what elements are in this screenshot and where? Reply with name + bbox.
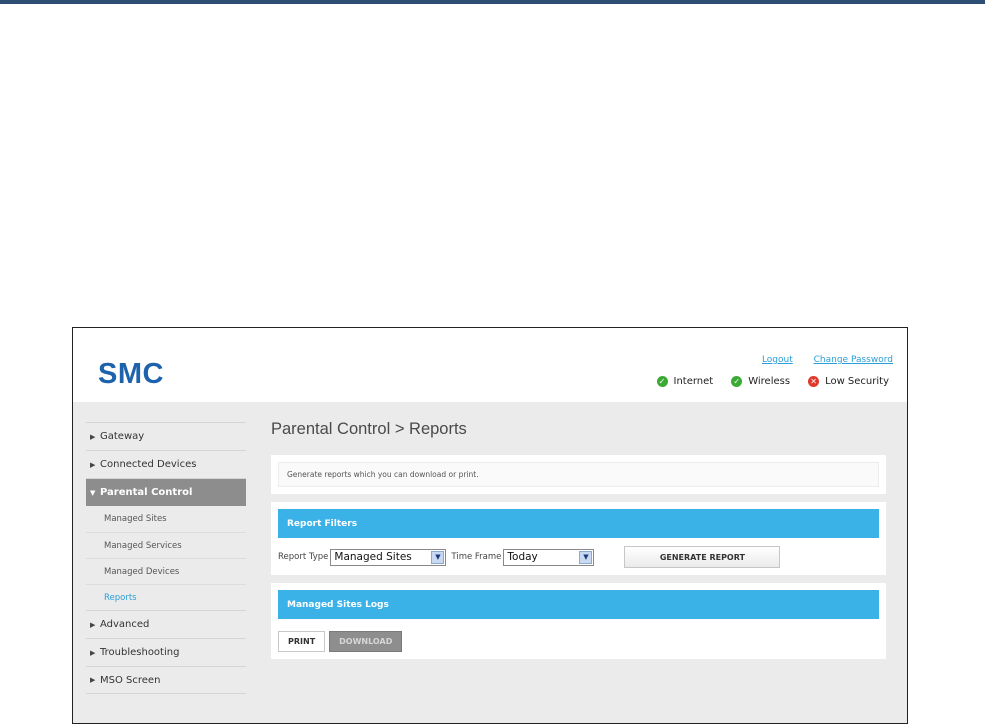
- chevron-down-icon: ▼: [431, 550, 445, 564]
- time-frame-value: Today: [507, 551, 538, 563]
- filters-row: Report Type Managed Sites ▼ Time Frame T…: [278, 546, 879, 568]
- status-bar: ✓ Internet ✓ Wireless ✕ Low Security: [656, 376, 889, 387]
- status-label: Internet: [673, 376, 714, 387]
- check-icon: ✓: [731, 376, 743, 387]
- status-internet: ✓ Internet: [656, 376, 714, 387]
- header: SMC Logout Change Password ✓ Internet ✓ …: [73, 328, 907, 402]
- report-filters-heading: Report Filters: [278, 509, 879, 538]
- router-ui-window: SMC Logout Change Password ✓ Internet ✓ …: [72, 327, 908, 724]
- report-filters-panel: Report Filters Report Type Managed Sites…: [271, 502, 886, 575]
- logs-actions: PRINT DOWNLOAD: [278, 631, 879, 652]
- sidebar-item-mso-screen[interactable]: ▶ MSO Screen: [86, 666, 246, 694]
- logout-link[interactable]: Logout: [762, 355, 793, 365]
- sidebar-item-label: Troubleshooting: [100, 647, 180, 658]
- sidebar-item-gateway[interactable]: ▶ Gateway: [86, 422, 246, 450]
- chevron-right-icon: ▶: [90, 648, 96, 657]
- status-wireless: ✓ Wireless: [731, 376, 790, 387]
- sidebar-subitem-managed-devices[interactable]: Managed Devices: [86, 558, 246, 584]
- change-password-link[interactable]: Change Password: [814, 355, 893, 365]
- report-type-label: Report Type: [278, 552, 329, 562]
- status-label: Low Security: [825, 376, 889, 387]
- sidebar-item-label: Connected Devices: [100, 459, 197, 470]
- sidebar-subitem-reports[interactable]: Reports: [86, 584, 246, 610]
- chevron-down-icon: ▼: [90, 488, 96, 497]
- download-button[interactable]: DOWNLOAD: [329, 631, 403, 652]
- sidebar-subitem-managed-sites[interactable]: Managed Sites: [86, 506, 246, 532]
- sidebar-item-advanced[interactable]: ▶ Advanced: [86, 610, 246, 638]
- check-icon: ✓: [656, 376, 668, 387]
- sidebar: ▶ Gateway ▶ Connected Devices ▼ Parental…: [86, 422, 246, 694]
- logs-heading: Managed Sites Logs: [278, 590, 879, 619]
- chevron-down-icon: ▼: [579, 550, 593, 564]
- status-security: ✕ Low Security: [808, 376, 889, 387]
- chevron-right-icon: ▶: [90, 460, 96, 469]
- report-type-value: Managed Sites: [334, 551, 412, 563]
- header-links: Logout Change Password: [744, 355, 893, 365]
- sidebar-item-label: MSO Screen: [100, 674, 161, 686]
- generate-report-button[interactable]: GENERATE REPORT: [624, 546, 781, 568]
- description-panel: Generate reports which you can download …: [271, 455, 886, 494]
- main-panel: Parental Control > Reports Generate repo…: [271, 420, 886, 667]
- report-type-select[interactable]: Managed Sites ▼: [330, 548, 447, 566]
- error-icon: ✕: [808, 376, 820, 387]
- page-description: Generate reports which you can download …: [278, 462, 879, 487]
- sidebar-subitem-managed-services[interactable]: Managed Services: [86, 532, 246, 558]
- chevron-right-icon: ▶: [90, 432, 96, 441]
- print-button[interactable]: PRINT: [278, 631, 326, 652]
- chevron-right-icon: ▶: [90, 620, 96, 629]
- chevron-right-icon: ▶: [90, 676, 96, 684]
- content-area: ▶ Gateway ▶ Connected Devices ▼ Parental…: [73, 402, 907, 723]
- smc-logo: SMC: [98, 358, 164, 390]
- sidebar-item-connected-devices[interactable]: ▶ Connected Devices: [86, 450, 246, 478]
- sidebar-item-troubleshooting[interactable]: ▶ Troubleshooting: [86, 638, 246, 666]
- page-title: Parental Control > Reports: [271, 420, 467, 438]
- status-label: Wireless: [748, 376, 791, 387]
- sidebar-item-label: Gateway: [100, 431, 145, 442]
- top-accent-bar: [0, 0, 985, 4]
- sidebar-item-parental-control[interactable]: ▼ Parental Control: [86, 478, 246, 506]
- sidebar-item-label: Parental Control: [100, 487, 193, 498]
- logs-panel: Managed Sites Logs PRINT DOWNLOAD: [271, 583, 886, 659]
- time-frame-label: Time Frame: [451, 552, 502, 562]
- time-frame-select[interactable]: Today ▼: [503, 548, 595, 566]
- sidebar-item-label: Advanced: [100, 619, 150, 630]
